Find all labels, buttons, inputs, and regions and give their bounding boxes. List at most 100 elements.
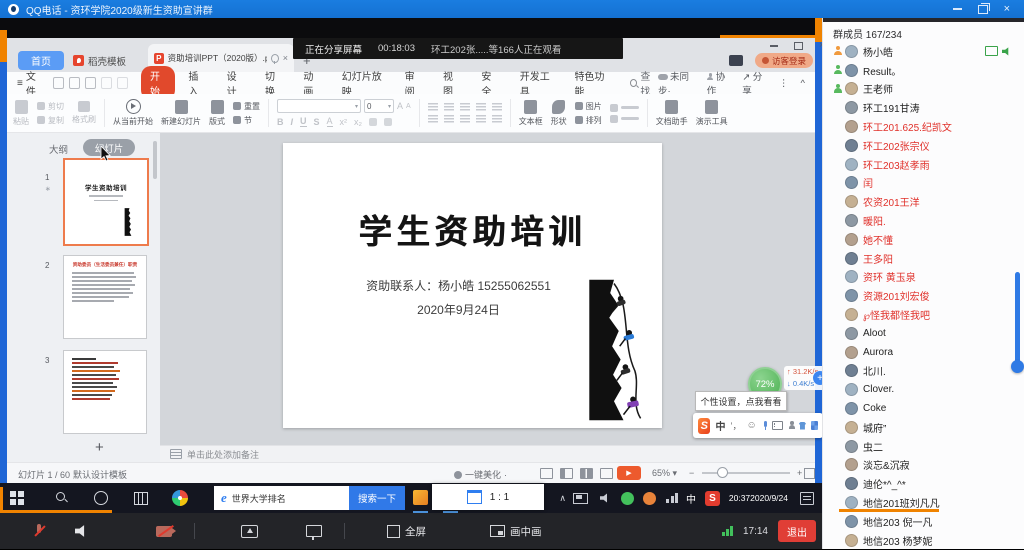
fill-button[interactable]: [610, 104, 639, 112]
slide-thumbnail-2[interactable]: 资助委员（生活委员兼任）职责: [63, 255, 147, 339]
panel-scrollbar[interactable]: [153, 141, 157, 179]
member-row[interactable]: 环工201.625.纪凯文: [823, 117, 1024, 136]
ime-mode-toggle[interactable]: 中: [715, 418, 725, 433]
member-row[interactable]: 地信203 杨梦妮: [823, 531, 1024, 550]
decrease-font-icon[interactable]: A: [406, 103, 411, 110]
notes-bar[interactable]: 单击此处添加备注: [160, 445, 815, 462]
member-row[interactable]: Aurora: [823, 343, 1024, 362]
wps-minimize-icon[interactable]: [770, 45, 778, 47]
wps-maximize-icon[interactable]: [794, 42, 803, 50]
section-button[interactable]: 节: [233, 115, 260, 126]
minimize-icon[interactable]: [953, 8, 962, 10]
camera-muted-icon[interactable]: [156, 526, 172, 537]
group-button[interactable]: [610, 115, 639, 123]
current-slide[interactable]: 学生资助培训 资助联系人：杨小皓 15255062551 2020年9月24日: [283, 143, 662, 428]
align-left-icon[interactable]: [428, 115, 438, 123]
member-row[interactable]: 王老师: [823, 80, 1024, 99]
indent-decrease-icon[interactable]: [460, 103, 470, 111]
zoom-slider-knob[interactable]: [717, 467, 728, 478]
align-center-icon[interactable]: [444, 115, 454, 123]
text-effect-icon[interactable]: [384, 118, 392, 126]
zoom-level[interactable]: 65% ▾: [652, 468, 677, 479]
member-row[interactable]: 城府”: [823, 418, 1024, 437]
member-row[interactable]: 地信203 倪一凡: [823, 512, 1024, 531]
member-row[interactable]: 环工203赵孝雨: [823, 155, 1024, 174]
tray-wechat-icon[interactable]: [621, 483, 634, 513]
copy-button[interactable]: 复制: [37, 115, 64, 126]
pip-button[interactable]: 画中画: [490, 524, 542, 539]
member-row[interactable]: 北川.: [823, 362, 1024, 381]
punctuation-toggle[interactable]: ’，: [730, 419, 741, 432]
voice-input-icon[interactable]: [762, 421, 767, 431]
zoom-slider-track[interactable]: [702, 472, 790, 474]
tray-expand-icon[interactable]: ∧: [559, 483, 566, 513]
member-row[interactable]: 环工191甘涛: [823, 98, 1024, 117]
member-row[interactable]: 资源201刘宏俊: [823, 286, 1024, 305]
tray-clock[interactable]: 20:37 2020/9/24: [729, 483, 788, 513]
start-button[interactable]: [10, 491, 23, 504]
font-color-button[interactable]: A: [327, 116, 333, 127]
slideshow-play-button[interactable]: ▶: [617, 466, 641, 480]
shapes-button[interactable]: 形状: [551, 96, 567, 130]
tray-volume-icon[interactable]: [600, 483, 610, 513]
justify-icon[interactable]: [476, 115, 486, 123]
task-view-icon[interactable]: [134, 492, 148, 505]
paste-button[interactable]: 粘贴: [13, 96, 29, 130]
strike-button[interactable]: S: [314, 117, 320, 127]
ime-toolbar[interactable]: S 中 ’， ☺: [693, 413, 823, 438]
format-painter-button[interactable]: 格式刷: [72, 96, 96, 130]
close-icon[interactable]: ×: [1004, 4, 1010, 14]
view-normal-icon[interactable]: [560, 468, 573, 479]
browser-pinwheel-icon[interactable]: [172, 490, 188, 506]
layout-button[interactable]: 版式: [209, 96, 225, 130]
member-row[interactable]: 淡忘&沉寂: [823, 456, 1024, 475]
search-query[interactable]: 世界大学排名: [232, 492, 349, 505]
pin-icon[interactable]: [271, 54, 279, 63]
slide-thumbnail-3[interactable]: [63, 350, 147, 434]
taskbar-search-box[interactable]: e 世界大学排名 搜索一下: [214, 486, 405, 510]
highlight-icon[interactable]: [369, 118, 377, 126]
tab-outline[interactable]: 大纲: [49, 142, 68, 156]
reset-button[interactable]: 重置: [233, 101, 260, 112]
taskbar-search-icon[interactable]: [56, 492, 65, 501]
collab-button[interactable]: 协作: [707, 69, 731, 97]
present-tools-button[interactable]: 演示工具: [696, 96, 728, 130]
member-row[interactable]: 暖阳.: [823, 211, 1024, 230]
more-menu-icon[interactable]: ⋮: [779, 78, 789, 89]
tray-sogou-icon[interactable]: S: [705, 483, 720, 513]
beautify-button[interactable]: 一键美化 ·: [454, 468, 507, 481]
italic-button[interactable]: I: [291, 117, 294, 127]
member-scrollbar[interactable]: [1015, 272, 1020, 368]
search-go-button[interactable]: 搜索一下: [349, 486, 405, 510]
view-reading-icon[interactable]: [600, 468, 613, 479]
collapse-ribbon-icon[interactable]: ^: [801, 78, 805, 89]
emoji-icon[interactable]: ☺: [746, 420, 756, 431]
text-box-button[interactable]: 文本框: [519, 96, 543, 130]
bullet-list-icon[interactable]: [428, 103, 438, 111]
fullscreen-button[interactable]: 全屏: [387, 524, 426, 539]
skin-icon[interactable]: [799, 422, 806, 430]
font-size-select[interactable]: 0▾: [364, 99, 394, 113]
template-name[interactable]: 默认设计模板: [73, 468, 127, 481]
restore-icon[interactable]: [978, 5, 988, 14]
view-sorter-icon[interactable]: [580, 468, 593, 479]
tray-network-icon[interactable]: [666, 483, 678, 513]
add-slide-button[interactable]: +: [95, 439, 104, 456]
taskbar-app-photos[interactable]: [413, 490, 428, 505]
ratio-popup[interactable]: 1 : 1: [432, 484, 544, 510]
new-slide-button[interactable]: 新建幻灯片: [161, 96, 201, 130]
zoom-in-button[interactable]: +: [797, 468, 802, 478]
member-row[interactable]: 闰: [823, 174, 1024, 193]
preview-icon[interactable]: [85, 77, 96, 89]
zoom-out-button[interactable]: −: [689, 468, 694, 478]
member-row[interactable]: 环工202张宗仪: [823, 136, 1024, 155]
cortana-icon[interactable]: [94, 491, 108, 505]
member-row[interactable]: 她不懂: [823, 230, 1024, 249]
whiteboard-icon[interactable]: [306, 525, 322, 537]
font-family-select[interactable]: ▾: [277, 99, 361, 113]
share-button[interactable]: ↗ 分享: [742, 69, 767, 97]
member-row[interactable]: Coke: [823, 399, 1024, 418]
number-list-icon[interactable]: [444, 103, 454, 111]
speaker-icon[interactable]: [75, 525, 88, 538]
view-notes-icon[interactable]: [540, 468, 553, 479]
